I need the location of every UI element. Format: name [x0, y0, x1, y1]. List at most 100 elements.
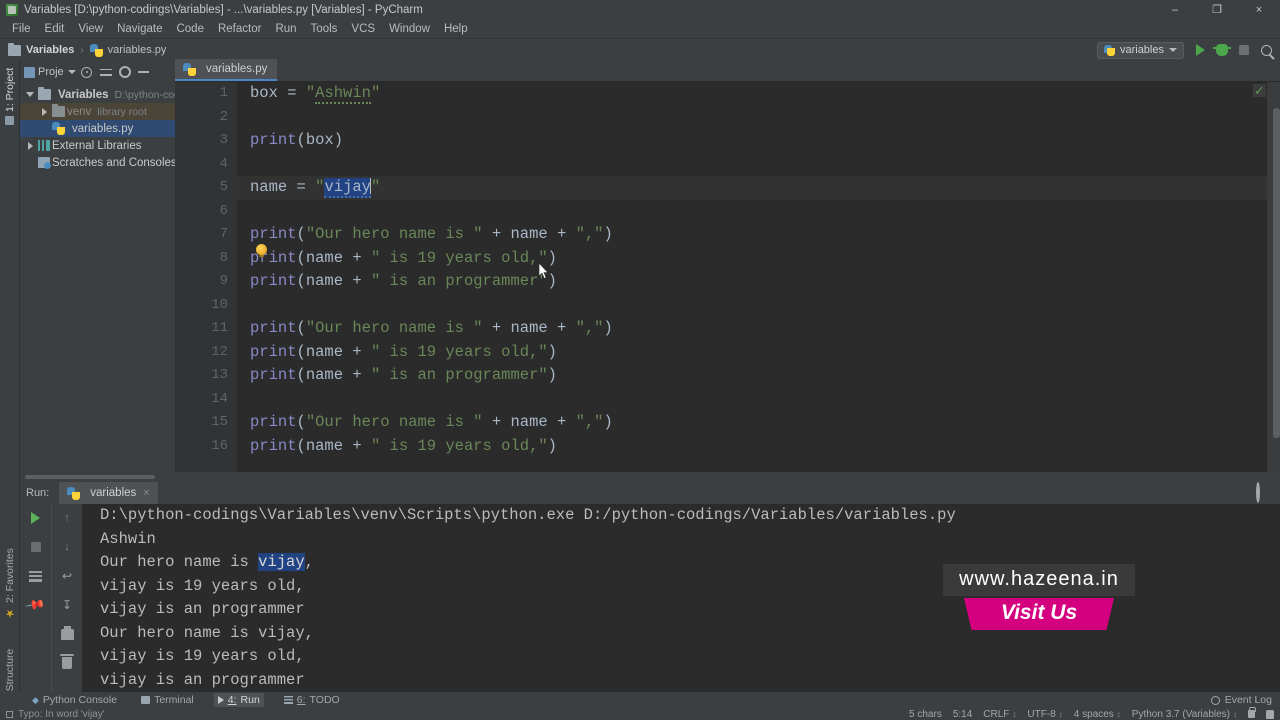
status-encoding[interactable]: UTF-8 ↕ — [1027, 709, 1062, 720]
project-settings-button[interactable] — [117, 64, 133, 80]
menu-navigate[interactable]: Navigate — [110, 21, 169, 37]
tree-node-external-libraries[interactable]: External Libraries — [20, 137, 175, 154]
chevron-down-icon — [67, 70, 76, 74]
line-number: 2 — [219, 108, 228, 125]
splitter-handle[interactable] — [25, 475, 155, 479]
pin-tab-button[interactable]: 📌 — [25, 594, 47, 616]
breadcrumb-file[interactable]: variables.py — [89, 43, 166, 57]
bottom-tab-python-console[interactable]: ◆ Python Console — [28, 693, 121, 707]
status-encoding-label: UTF-8 — [1027, 708, 1056, 720]
menu-code[interactable]: Code — [169, 21, 211, 37]
line-number: 9 — [219, 273, 228, 289]
event-log-button[interactable]: Event Log — [1210, 692, 1272, 708]
tree-node-variables-py[interactable]: variables.py — [20, 120, 175, 137]
menu-help[interactable]: Help — [437, 21, 475, 37]
rerun-button[interactable] — [28, 510, 44, 526]
folder-icon — [8, 42, 21, 56]
code-line-5: name = "vijay" — [237, 176, 1280, 200]
editor-console-splitter[interactable] — [20, 472, 1280, 482]
stop-process-button[interactable] — [28, 539, 44, 555]
scroll-up-button[interactable]: ↑ — [59, 510, 75, 526]
expand-arrow-icon[interactable] — [24, 92, 36, 97]
project-tree: Variables D:\python-codin venv library r… — [20, 84, 188, 171]
minus-icon — [138, 71, 150, 73]
lock-icon[interactable] — [1248, 707, 1256, 718]
print-button[interactable] — [59, 625, 75, 642]
run-actions-column-right: ↑ ↓ ↩ ↧ — [51, 504, 82, 692]
scroll-down-button[interactable]: ↓ — [59, 539, 75, 555]
inspection-status-icon[interactable]: ✓ — [1253, 84, 1266, 97]
bottom-tab-prefix: 6: — [296, 694, 306, 706]
bottom-tab-run[interactable]: 4: Run — [213, 693, 264, 707]
scroll-to-end-button[interactable]: ↧ — [59, 597, 75, 613]
status-char-count: 5 chars — [909, 708, 942, 720]
debug-button[interactable] — [1212, 41, 1232, 59]
menu-view[interactable]: View — [71, 21, 110, 37]
status-caret-position[interactable]: 5:14 — [953, 709, 972, 720]
editor-body[interactable]: 1 2 3 4 5 6 7 8 9 10 11 12 13 14 15 16 b… — [175, 82, 1280, 472]
bottom-tab-label: TODO — [309, 694, 340, 706]
bottom-tab-prefix: 4: — [227, 694, 237, 706]
run-configuration-selector[interactable]: variables — [1096, 41, 1184, 59]
project-panel-title-label: Proje — [38, 66, 64, 78]
tree-node-venv[interactable]: venv library root — [20, 103, 175, 120]
left-tool-strip: 1: Project ★ 2: Favorites 7: Structure — [0, 60, 20, 720]
close-button[interactable]: × — [1238, 0, 1280, 20]
project-panel-title[interactable]: Proje — [38, 66, 76, 78]
soft-wrap-button[interactable]: ↩ — [59, 568, 75, 584]
status-interpreter[interactable]: Python 3.7 (Variables) ↕ — [1132, 709, 1237, 720]
menu-vcs[interactable]: VCS — [344, 21, 382, 37]
target-icon — [81, 66, 93, 78]
menu-file[interactable]: File — [5, 21, 38, 37]
tree-node-scratches[interactable]: Scratches and Consoles — [20, 154, 177, 171]
code-content[interactable]: box = "Ashwin" print(box) name = "vijay"… — [237, 82, 1280, 472]
tree-node-variables[interactable]: Variables D:\python-codin — [20, 86, 188, 103]
memory-indicator-icon[interactable] — [1266, 709, 1274, 719]
project-panel: Proje Variables D:\python-codin venv lib… — [20, 60, 188, 472]
python-file-icon — [67, 486, 81, 500]
run-settings-button[interactable] — [1256, 482, 1260, 503]
window-title: Variables [D:\python-codings\Variables] … — [24, 4, 423, 16]
hide-panel-button[interactable] — [136, 64, 152, 80]
todo-icon — [283, 696, 293, 704]
run-button[interactable] — [1190, 41, 1210, 59]
menu-run[interactable]: Run — [268, 21, 303, 37]
sidebar-tab-project[interactable]: 1: Project — [0, 60, 20, 132]
bottom-tab-terminal[interactable]: Terminal — [137, 693, 198, 707]
bottom-tab-label: Python Console — [42, 694, 118, 706]
status-line-separator[interactable]: CRLF ↕ — [983, 709, 1016, 720]
search-everywhere-button[interactable] — [1256, 41, 1276, 59]
line-number: 4 — [219, 155, 228, 172]
expand-arrow-icon[interactable] — [38, 107, 50, 116]
menu-window[interactable]: Window — [382, 21, 437, 37]
code-line-1: box = "Ashwin" — [250, 84, 381, 104]
star-icon: ★ — [4, 606, 17, 620]
minimize-button[interactable]: – — [1154, 0, 1196, 20]
console-output[interactable]: D:\python-codings\Variables\venv\Scripts… — [82, 504, 1280, 692]
event-log-label: Event Log — [1224, 694, 1272, 706]
toggle-tasks-button[interactable] — [28, 568, 44, 584]
editor-tab-variables-py[interactable]: variables.py — [175, 59, 278, 81]
editor-scrollbar[interactable] — [1273, 108, 1280, 438]
run-tab-variables[interactable]: variables × — [59, 482, 158, 504]
stop-button[interactable] — [1234, 41, 1254, 59]
clear-all-button[interactable] — [59, 654, 75, 671]
menu-edit[interactable]: Edit — [38, 21, 72, 37]
code-line-7: print("Our hero name is " + name + ",") — [250, 225, 613, 243]
editor-area: variables.py 1 2 3 4 5 6 7 8 9 10 11 12 … — [175, 59, 1280, 472]
breadcrumb-project[interactable]: Variables — [8, 42, 74, 56]
menu-tools[interactable]: Tools — [304, 21, 345, 37]
lightbulb-icon[interactable] — [256, 244, 267, 257]
pycharm-logo-icon — [6, 4, 18, 16]
sidebar-tab-favorites[interactable]: ★ 2: Favorites — [0, 538, 20, 630]
collapse-all-button[interactable] — [98, 64, 114, 80]
venv-folder-icon — [52, 104, 65, 117]
bottom-tab-label: Terminal — [154, 694, 194, 706]
locate-file-button[interactable] — [79, 64, 95, 80]
status-indent[interactable]: 4 spaces ↕ — [1074, 709, 1121, 720]
close-icon[interactable]: × — [143, 487, 149, 499]
expand-arrow-icon[interactable] — [24, 141, 36, 150]
bottom-tab-todo[interactable]: 6: TODO — [280, 693, 344, 707]
menu-refactor[interactable]: Refactor — [211, 21, 268, 37]
maximize-button[interactable]: ❐ — [1196, 0, 1238, 20]
